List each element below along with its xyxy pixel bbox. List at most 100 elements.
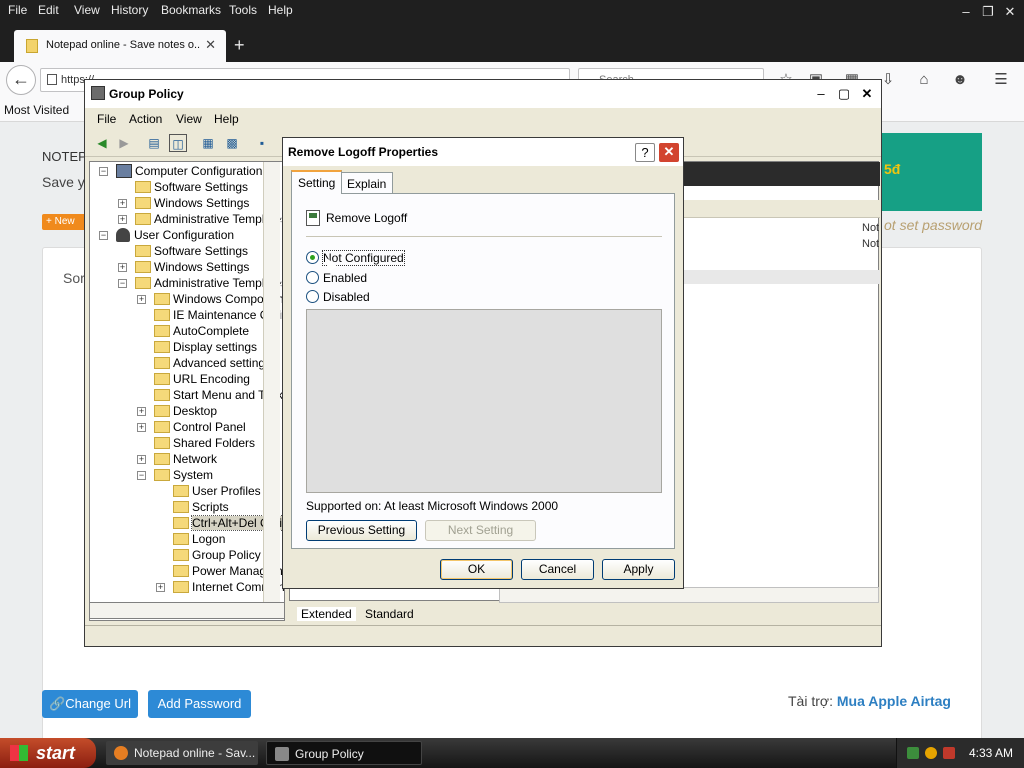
clock[interactable]: 4:33 AM [969, 746, 1013, 760]
cancel-button[interactable]: Cancel [521, 559, 594, 580]
group-policy-titlebar[interactable]: Group Policy – ▢ ✕ [85, 80, 881, 108]
expand-icon[interactable]: + [156, 583, 165, 592]
tree-node-scripts[interactable]: Scripts [173, 500, 229, 516]
tab-close-icon[interactable]: ✕ [205, 37, 216, 53]
tree-label: System [173, 468, 214, 482]
menu-help[interactable]: Help [268, 3, 293, 17]
folder-icon [135, 197, 151, 209]
taskbar-item-group-policy[interactable]: Group Policy [266, 741, 422, 765]
folder-icon [154, 405, 170, 417]
collapse-icon[interactable]: − [99, 167, 108, 176]
tree-node-system[interactable]: − System [137, 468, 214, 484]
expand-icon[interactable]: + [137, 407, 146, 416]
expand-icon[interactable]: + [137, 295, 146, 304]
tree-node-network[interactable]: + Network [137, 452, 217, 468]
dialog-titlebar[interactable]: Remove Logoff Properties ? ✕ [283, 138, 683, 166]
menu-edit[interactable]: Edit [38, 3, 59, 17]
show-tree-icon[interactable]: ◫ [169, 134, 187, 152]
radio-dot[interactable] [306, 271, 319, 284]
tree-node-url-encoding[interactable]: URL Encoding [154, 372, 250, 388]
tree-node-group-policy[interactable]: Group Policy [173, 548, 261, 564]
tab-extended[interactable]: Extended [297, 607, 356, 621]
expand-icon[interactable]: + [137, 423, 146, 432]
add-password-button[interactable]: Add Password [148, 690, 251, 718]
dialog-title: Remove Logoff Properties [288, 145, 439, 159]
menu-file[interactable]: File [8, 3, 27, 17]
gp-maximize-icon[interactable]: ▢ [834, 85, 854, 104]
tree-vertical-scrollbar[interactable] [263, 162, 280, 602]
expand-icon[interactable]: + [118, 263, 127, 272]
up-folder-icon[interactable]: ▤ [145, 134, 163, 152]
home-icon[interactable]: ⌂ [913, 70, 935, 92]
forward-arrow-icon[interactable]: ▶ [115, 134, 133, 152]
details-horizontal-scrollbar[interactable] [499, 587, 879, 603]
gp-close-icon[interactable]: ✕ [857, 85, 877, 104]
tree-node-windows-settings[interactable]: + Windows Settings [118, 196, 249, 212]
tree-node-autocomplete[interactable]: AutoComplete [154, 324, 249, 340]
tab-setting[interactable]: Setting [291, 170, 343, 194]
tree-node-shared-folders[interactable]: Shared Folders [154, 436, 255, 452]
collapse-icon[interactable]: − [118, 279, 127, 288]
tree-node-user-software-settings[interactable]: Software Settings [135, 244, 248, 260]
menu-view[interactable]: View [74, 3, 100, 17]
previous-setting-button[interactable]: Previous Setting [306, 520, 417, 541]
tree-node-desktop[interactable]: + Desktop [137, 404, 217, 420]
expand-icon[interactable]: + [118, 215, 127, 224]
expand-icon[interactable]: + [118, 199, 127, 208]
back-button[interactable]: ← [6, 65, 36, 95]
windows-flag-icon [10, 745, 28, 761]
back-arrow-icon[interactable]: ◀ [93, 134, 111, 152]
tree-node-user-configuration[interactable]: − User Configuration [99, 228, 234, 244]
hamburger-menu-icon[interactable]: ☰ [990, 70, 1012, 92]
dialog-close-icon[interactable]: ✕ [659, 143, 679, 162]
tree-node-computer-configuration[interactable]: − Computer Configuration [99, 164, 262, 180]
tree-node-advanced-settings[interactable]: Advanced settings [154, 356, 271, 372]
smiley-icon[interactable]: ☻ [949, 70, 971, 92]
search-icon[interactable] [925, 747, 937, 759]
export-list-icon[interactable]: ▩ [223, 134, 241, 152]
tree-node-display-settings[interactable]: Display settings [154, 340, 257, 356]
menu-bookmarks[interactable]: Bookmarks [161, 3, 221, 17]
tree-node-logon[interactable]: Logon [173, 532, 225, 548]
browser-tab[interactable]: Notepad online - Save notes o... ✕ [14, 30, 226, 62]
menu-tools[interactable]: Tools [229, 3, 257, 17]
radio-dot[interactable] [306, 290, 319, 303]
tab-explain[interactable]: Explain [340, 172, 394, 194]
tree-node-software-settings[interactable]: Software Settings [135, 180, 248, 196]
help-book-icon[interactable]: ▪ [253, 134, 271, 152]
start-button[interactable]: start [0, 738, 96, 768]
gp-menu-view[interactable]: View [176, 112, 202, 126]
tree-node-user-profiles[interactable]: User Profiles [173, 484, 261, 500]
gp-menu-file[interactable]: File [97, 112, 116, 126]
radio-dot[interactable] [306, 251, 319, 264]
menu-history[interactable]: History [111, 3, 148, 17]
apply-button[interactable]: Apply [602, 559, 675, 580]
bookmark-most-visited[interactable]: Most Visited [4, 103, 69, 117]
taskbar-item-firefox[interactable]: Notepad online - Sav... [106, 741, 258, 765]
remove-logoff-dialog: Remove Logoff Properties ? ✕ Setting Exp… [282, 137, 684, 589]
minimize-icon[interactable]: – [956, 3, 976, 20]
new-note-badge[interactable]: + New [42, 214, 86, 230]
expand-icon[interactable]: + [137, 455, 146, 464]
properties-icon[interactable]: ▦ [199, 134, 217, 152]
ok-button[interactable]: OK [440, 559, 513, 580]
sponsor-link[interactable]: Mua Apple Airtag [837, 693, 951, 709]
tab-standard[interactable]: Standard [365, 607, 414, 621]
change-url-button[interactable]: 🔗Change Url [42, 690, 138, 718]
tree-node-control-panel[interactable]: + Control Panel [137, 420, 246, 436]
tree-horizontal-scrollbar[interactable] [89, 602, 285, 619]
help-icon[interactable]: ? [635, 143, 655, 162]
network-icon[interactable] [907, 747, 919, 759]
close-icon[interactable]: ✕ [1000, 3, 1020, 20]
gp-menu-help[interactable]: Help [214, 112, 239, 126]
policy-tree[interactable]: − Computer Configuration Software Setting… [89, 161, 285, 621]
gp-menu-action[interactable]: Action [129, 112, 162, 126]
gp-minimize-icon[interactable]: – [811, 85, 831, 104]
collapse-icon[interactable]: − [137, 471, 146, 480]
collapse-icon[interactable]: − [99, 231, 108, 240]
new-tab-icon[interactable]: + [234, 35, 245, 56]
next-setting-button[interactable]: Next Setting [425, 520, 536, 541]
shield-icon[interactable] [943, 747, 955, 759]
restore-icon[interactable]: ❐ [978, 3, 998, 20]
tree-node-user-windows-settings[interactable]: + Windows Settings [118, 260, 249, 276]
